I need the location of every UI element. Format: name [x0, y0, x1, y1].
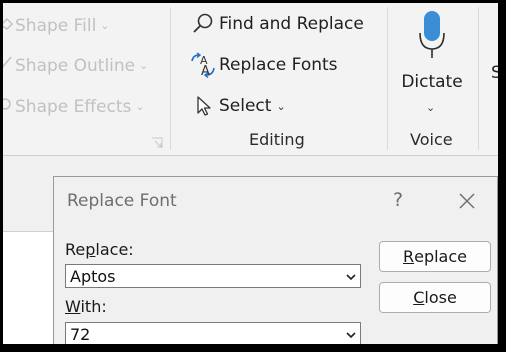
dialog-title: Replace Font — [67, 191, 177, 211]
replace-font-value: Aptos — [70, 267, 116, 286]
svg-text:A: A — [201, 64, 210, 78]
chevron-down-icon[interactable] — [344, 327, 358, 341]
with-field-label: With: — [65, 297, 107, 316]
find-and-replace-button[interactable]: Find and Replace — [189, 11, 364, 37]
shape-effects-button[interactable]: Shape Effects ⌄ — [3, 96, 145, 117]
chevron-down-icon: ⌄ — [135, 100, 145, 113]
cursor-arrow-icon — [189, 93, 217, 119]
help-button[interactable]: ? — [393, 189, 403, 211]
close-button[interactable]: Close — [379, 282, 491, 313]
group-divider — [387, 7, 388, 150]
shape-fill-button[interactable]: Shape Fill ⌄ — [3, 15, 110, 36]
replace-font-combo[interactable]: Aptos — [65, 264, 361, 288]
group-divider — [170, 7, 171, 150]
replace-fonts-icon: A A — [189, 52, 217, 78]
chevron-down-icon[interactable] — [344, 269, 358, 283]
replace-fonts-button[interactable]: A A Replace Fonts — [189, 52, 338, 78]
search-icon — [189, 11, 217, 37]
group-divider — [478, 7, 479, 150]
chevron-down-icon: ⌄ — [100, 19, 110, 32]
dictate-button[interactable]: Dictate ⌄ — [398, 9, 466, 127]
shape-effects-label: Shape Effects — [15, 96, 132, 117]
replace-fonts-label: Replace Fonts — [219, 55, 338, 75]
voice-group-label: Voice — [410, 130, 453, 149]
dialog-launcher-icon[interactable] — [151, 134, 163, 148]
editing-group-label: Editing — [249, 130, 305, 149]
dictate-label: Dictate — [401, 72, 463, 92]
shape-outline-button[interactable]: Shape Outline ⌄ — [3, 55, 148, 76]
ribbon: Shape Fill ⌄ Shape Outline ⌄ Shape Effec… — [3, 3, 498, 156]
replace-field-label: Replace: — [65, 240, 134, 259]
chevron-down-icon: ⌄ — [139, 59, 149, 72]
next-group-peek: S — [491, 63, 498, 83]
effects-icon — [3, 96, 13, 117]
close-icon[interactable] — [457, 191, 477, 211]
screenshot-frame: Shape Fill ⌄ Shape Outline ⌄ Shape Effec… — [3, 3, 498, 344]
chevron-down-icon: ⌄ — [276, 99, 286, 113]
shape-fill-label: Shape Fill — [15, 15, 97, 36]
with-font-value: 72 — [70, 325, 91, 344]
microphone-icon — [417, 9, 447, 65]
replace-font-dialog: Replace Font ? Replace: Aptos With: 72 R… — [53, 176, 498, 344]
pen-icon — [3, 55, 13, 76]
select-button[interactable]: Select ⌄ — [189, 93, 286, 119]
slide-canvas — [3, 231, 53, 344]
replace-button[interactable]: Replace — [379, 241, 491, 272]
chevron-down-icon[interactable]: ⌄ — [426, 101, 435, 114]
with-font-combo[interactable]: 72 — [65, 322, 361, 344]
shape-outline-label: Shape Outline — [15, 55, 136, 76]
find-and-replace-label: Find and Replace — [219, 14, 364, 34]
paint-bucket-icon — [3, 15, 14, 36]
select-label: Select — [219, 96, 272, 116]
